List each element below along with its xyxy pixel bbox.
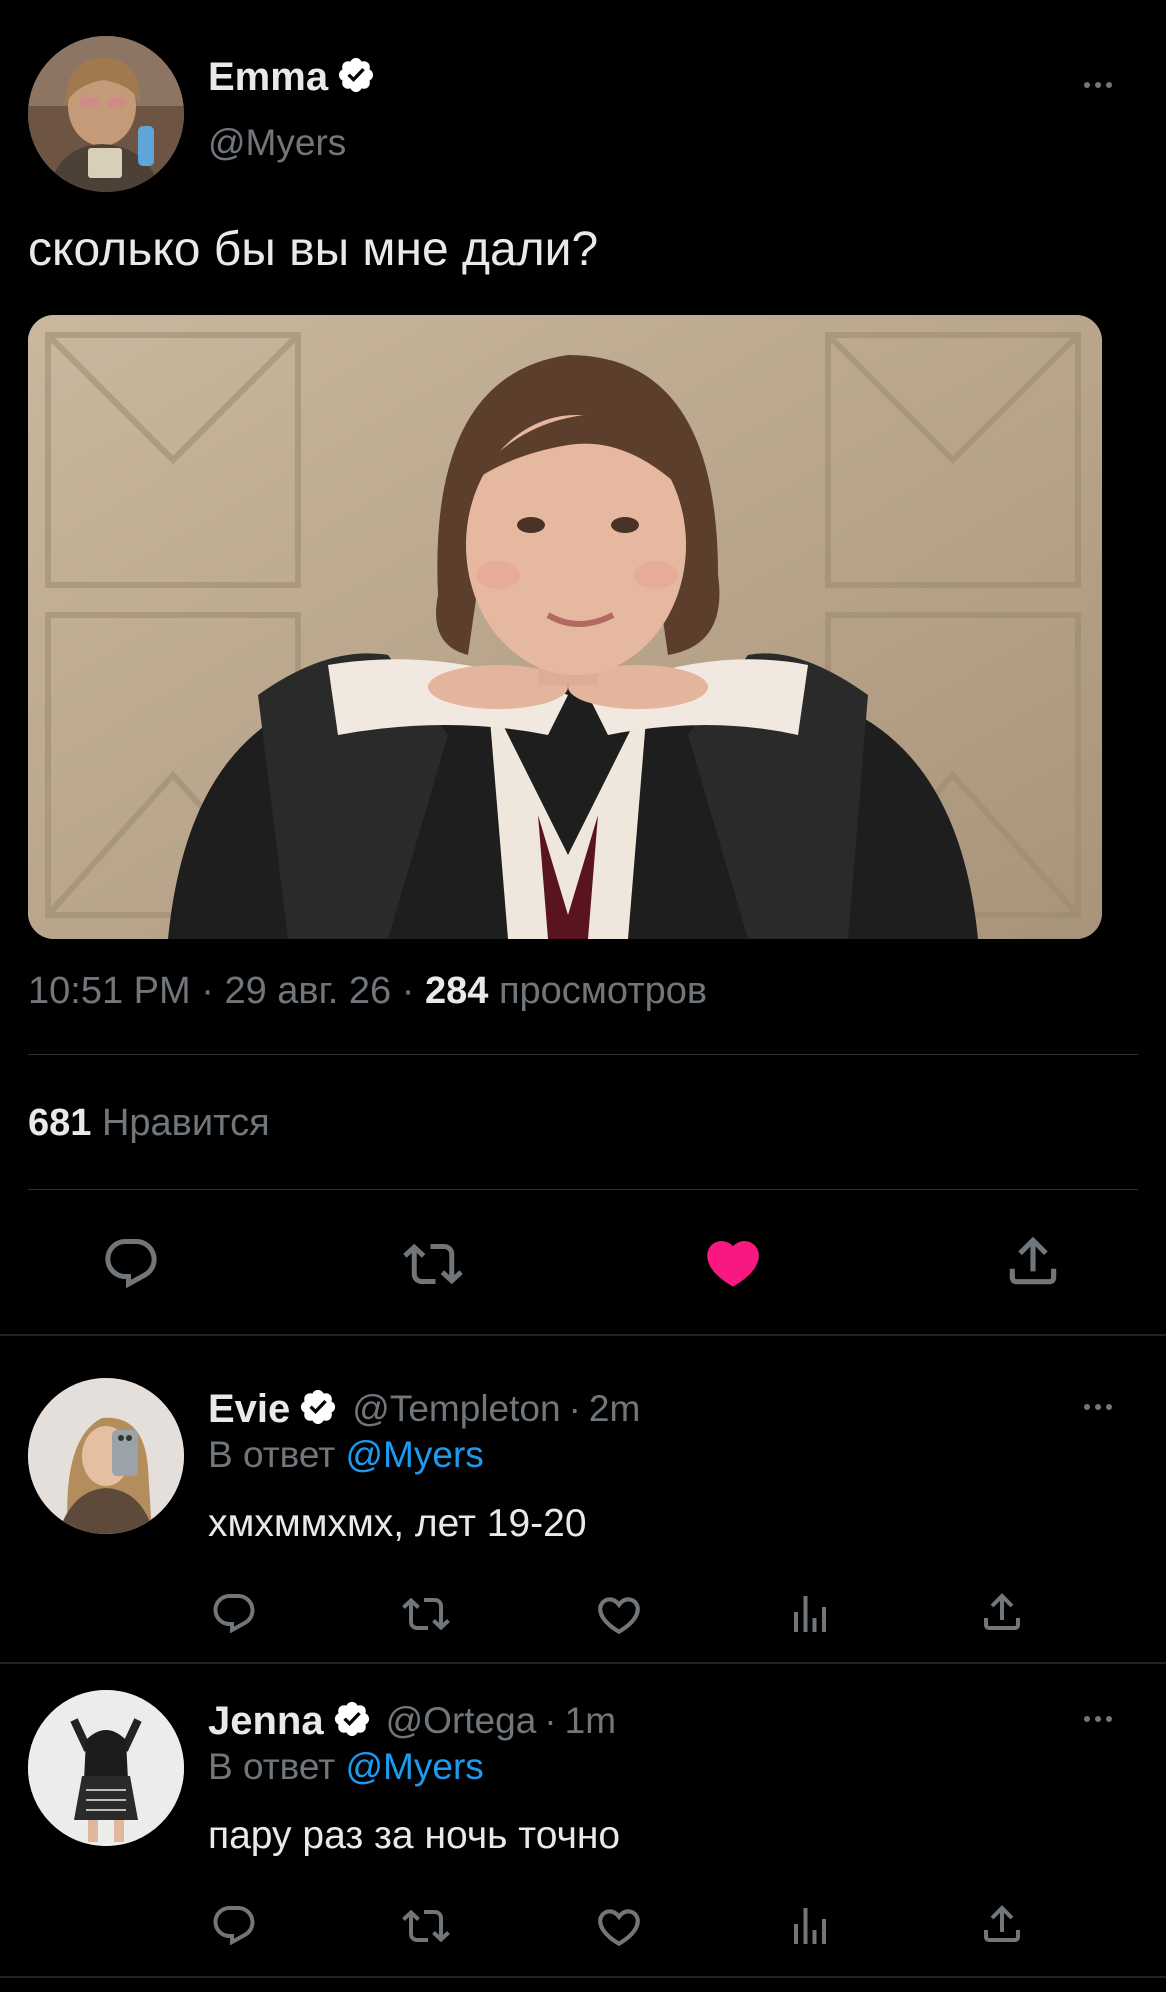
reply-avatar[interactable]	[28, 1690, 184, 1846]
more-options-icon[interactable]	[1084, 1716, 1112, 1722]
reply-time[interactable]: 1m	[565, 1700, 616, 1742]
share-icon[interactable]	[978, 1900, 1026, 1948]
tweet-date[interactable]: 29 авг. 26	[224, 970, 391, 1012]
section-divider	[0, 1662, 1166, 1664]
reply-icon[interactable]	[210, 1902, 258, 1950]
tweet-meta: 10:51 PM · 29 авг. 26 · 284 просмотров	[28, 970, 707, 1013]
views-count: 284	[424, 970, 489, 1012]
reply-icon[interactable]	[101, 1234, 161, 1294]
section-divider	[0, 1976, 1166, 1978]
likes-label: Нравится	[101, 1102, 270, 1144]
divider	[28, 1189, 1138, 1190]
avatar-photo	[28, 36, 184, 192]
like-icon[interactable]	[702, 1232, 764, 1294]
retweet-icon[interactable]	[398, 1590, 454, 1638]
reply-icon[interactable]	[210, 1590, 258, 1638]
reply-mention-link[interactable]: @Myers	[346, 1434, 484, 1475]
reply-avatar[interactable]	[28, 1378, 184, 1534]
reply-author-handle[interactable]: @Ortega	[386, 1700, 537, 1742]
avatar-photo	[28, 1378, 184, 1534]
share-icon[interactable]	[1002, 1230, 1064, 1292]
retweet-icon[interactable]	[398, 1234, 468, 1294]
views-icon[interactable]	[786, 1590, 834, 1638]
reply-text: пару раз за ночь точно	[208, 1814, 621, 1857]
reply-mention-link[interactable]: @Myers	[346, 1746, 484, 1787]
author-name[interactable]: Emma	[208, 55, 328, 100]
reply-author-handle[interactable]: @Templeton	[352, 1388, 560, 1430]
share-icon[interactable]	[978, 1588, 1026, 1636]
meta-separator: ·	[401, 970, 415, 1012]
avatar-photo	[28, 1690, 184, 1846]
more-options-icon[interactable]	[1084, 82, 1112, 88]
like-icon[interactable]	[594, 1590, 644, 1640]
reply-text: хмхммхмх, лет 19-20	[208, 1502, 587, 1545]
tweet-image[interactable]	[28, 315, 1102, 939]
more-options-icon[interactable]	[1084, 1404, 1112, 1410]
divider	[28, 1054, 1138, 1055]
meta-separator: ·	[201, 970, 214, 1012]
views-icon[interactable]	[786, 1902, 834, 1950]
reply-context-label: В ответ	[208, 1746, 336, 1787]
reply-author-name[interactable]: Jenna	[208, 1699, 324, 1744]
section-divider	[0, 1334, 1166, 1336]
tweet-text: сколько бы вы мне дали?	[28, 223, 599, 276]
tweet-photo	[28, 315, 1102, 939]
meta-separator: ·	[544, 1700, 557, 1741]
reply-time[interactable]: 2m	[589, 1388, 640, 1430]
verified-badge-icon	[298, 1387, 338, 1432]
author-avatar[interactable]	[28, 36, 184, 192]
like-icon[interactable]	[594, 1902, 644, 1952]
retweet-icon[interactable]	[398, 1902, 454, 1950]
views-label: просмотров	[498, 970, 708, 1012]
reply-context-label: В ответ	[208, 1434, 336, 1475]
tweet-time[interactable]: 10:51 PM	[28, 970, 191, 1012]
reply-author-name[interactable]: Evie	[208, 1387, 290, 1432]
meta-separator: ·	[568, 1388, 581, 1429]
author-handle[interactable]: @Myers	[208, 122, 346, 164]
likes-count: 681	[28, 1102, 92, 1144]
likes-stat[interactable]: 681 Нравится	[28, 1102, 270, 1145]
verified-badge-icon	[332, 1699, 372, 1744]
verified-badge-icon	[336, 55, 376, 100]
